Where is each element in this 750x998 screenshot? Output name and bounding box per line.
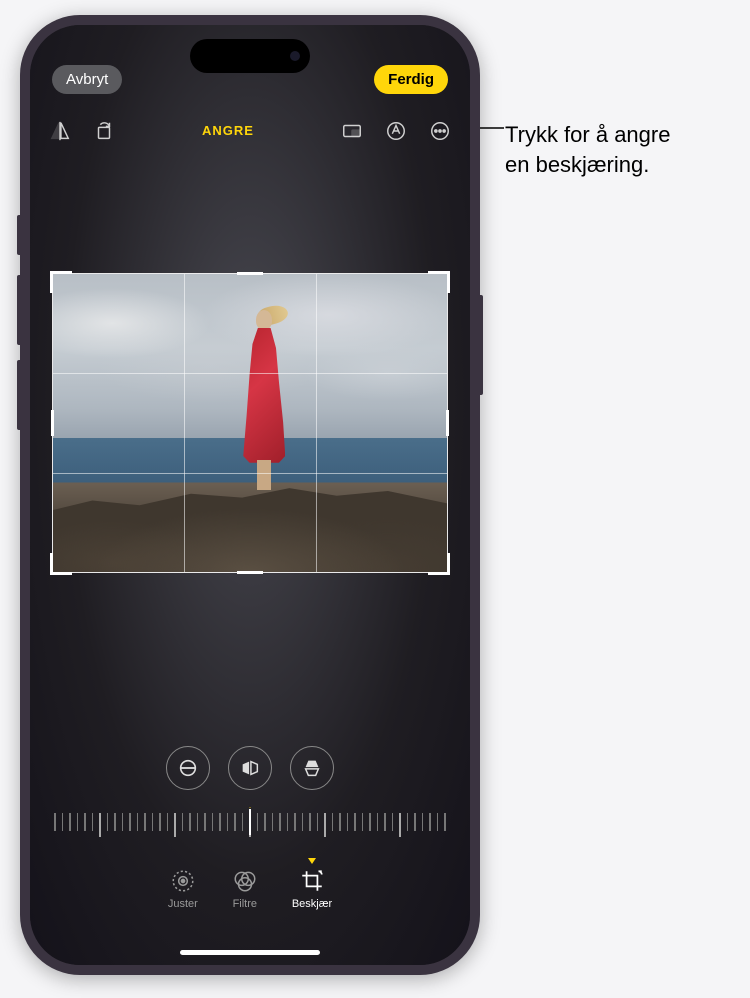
callout-line2: en beskjæring.	[505, 150, 670, 180]
crop-handle-tm[interactable]	[237, 272, 263, 275]
secondary-toolbar: ANGRE	[30, 111, 470, 151]
tab-adjust[interactable]: Juster	[168, 868, 198, 910]
more-icon[interactable]	[428, 119, 452, 143]
perspective-vertical-button[interactable]	[290, 746, 334, 790]
tab-crop[interactable]: Beskjær	[292, 868, 332, 910]
crop-handle-bm[interactable]	[237, 571, 263, 574]
phone-frame: Avbryt Ferdig	[20, 15, 480, 975]
screen: Avbryt Ferdig	[30, 25, 470, 965]
done-button[interactable]: Ferdig	[374, 65, 448, 94]
callout-text: Trykk for å angre en beskjæring.	[505, 120, 670, 179]
dial-center-tick	[249, 809, 251, 835]
crop-handle-rm[interactable]	[446, 410, 449, 436]
tab-filters[interactable]: Filtre	[232, 868, 258, 910]
crop-frame[interactable]	[52, 273, 448, 573]
tab-crop-label: Beskjær	[292, 898, 332, 910]
tab-adjust-label: Juster	[168, 898, 198, 910]
crop-handle-tl[interactable]	[50, 271, 72, 293]
photo-preview[interactable]	[53, 274, 447, 572]
transform-buttons	[30, 746, 470, 790]
undo-button[interactable]: ANGRE	[202, 123, 254, 138]
home-indicator[interactable]	[180, 950, 320, 955]
crop-handle-br[interactable]	[428, 553, 450, 575]
callout-line1: Trykk for å angre	[505, 120, 670, 150]
dynamic-island	[190, 39, 310, 73]
perspective-horizontal-button[interactable]	[228, 746, 272, 790]
crop-handle-bl[interactable]	[50, 553, 72, 575]
tab-filters-label: Filtre	[233, 898, 257, 910]
dial-marker-icon	[245, 807, 255, 808]
rotate-icon[interactable]	[92, 119, 116, 143]
cancel-button[interactable]: Avbryt	[52, 65, 122, 94]
markup-icon[interactable]	[384, 119, 408, 143]
aspect-ratio-icon[interactable]	[340, 119, 364, 143]
flip-horizontal-icon[interactable]	[48, 119, 72, 143]
crop-handle-lm[interactable]	[51, 410, 54, 436]
straighten-button[interactable]	[166, 746, 210, 790]
mode-tabs: Juster Filtre Beskjær	[30, 868, 470, 910]
crop-handle-tr[interactable]	[428, 271, 450, 293]
rotation-dial[interactable]	[50, 807, 450, 843]
